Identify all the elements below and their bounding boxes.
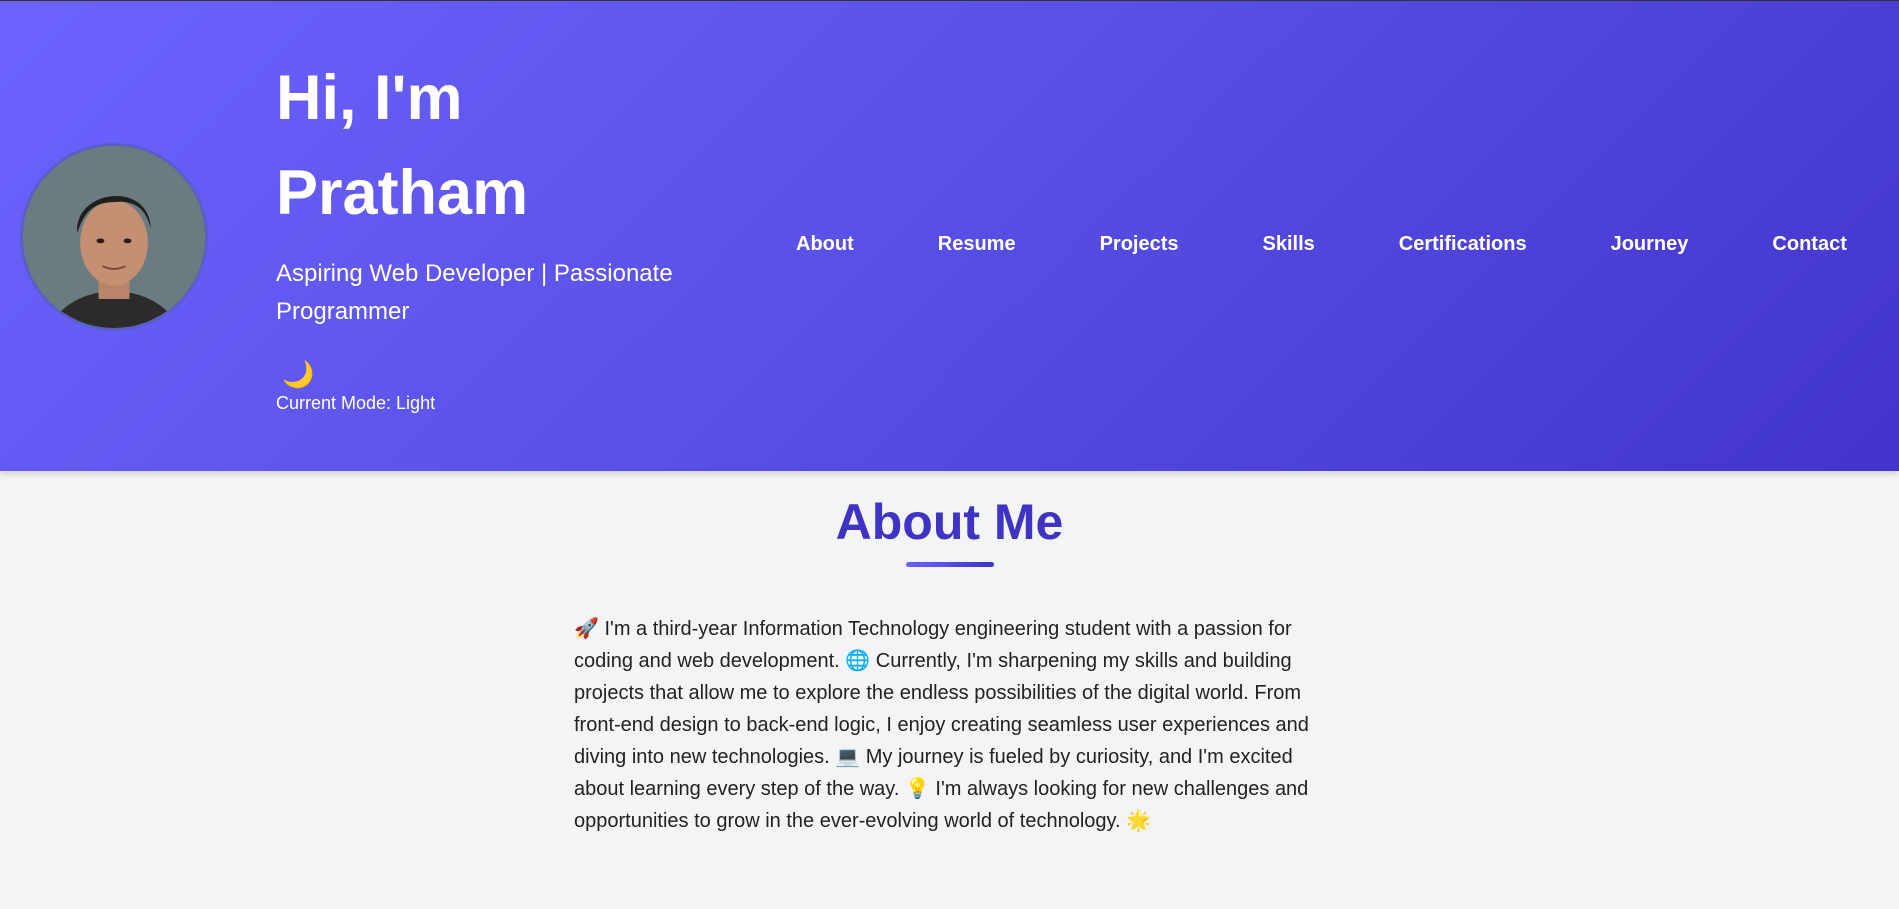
mode-label: Current Mode: Light xyxy=(276,393,436,413)
greeting-line-1: Hi, I'm xyxy=(276,63,463,133)
moon-icon[interactable]: 🌙 xyxy=(282,359,706,389)
nav-projects[interactable]: Projects xyxy=(1100,233,1179,256)
avatar xyxy=(20,143,208,331)
site-header: Hi, I'm Pratham Aspiring Web Developer |… xyxy=(0,0,1899,471)
profile-photo xyxy=(23,146,205,328)
nav-journey[interactable]: Journey xyxy=(1611,233,1689,256)
nav-skills[interactable]: Skills xyxy=(1263,233,1315,256)
main-nav: About Resume Projects Skills Certificati… xyxy=(796,233,1847,256)
about-title: About Me xyxy=(835,494,1064,550)
nav-certifications[interactable]: Certifications xyxy=(1399,233,1527,256)
about-paragraph: 🚀 I'm a third-year Information Technolog… xyxy=(574,618,1309,832)
greeting-line-2: Pratham xyxy=(276,158,529,228)
title-underline xyxy=(905,562,994,567)
nav-contact[interactable]: Contact xyxy=(1772,233,1846,256)
nav-resume[interactable]: Resume xyxy=(938,233,1016,256)
intro-section: Hi, I'm Pratham Aspiring Web Developer |… xyxy=(276,51,706,415)
subtitle: Aspiring Web Developer | Passionate Prog… xyxy=(276,260,673,325)
nav-about[interactable]: About xyxy=(796,233,854,256)
greeting-heading: Hi, I'm Pratham xyxy=(276,51,706,241)
about-section: About Me 🚀 I'm a third-year Information … xyxy=(0,471,1899,837)
